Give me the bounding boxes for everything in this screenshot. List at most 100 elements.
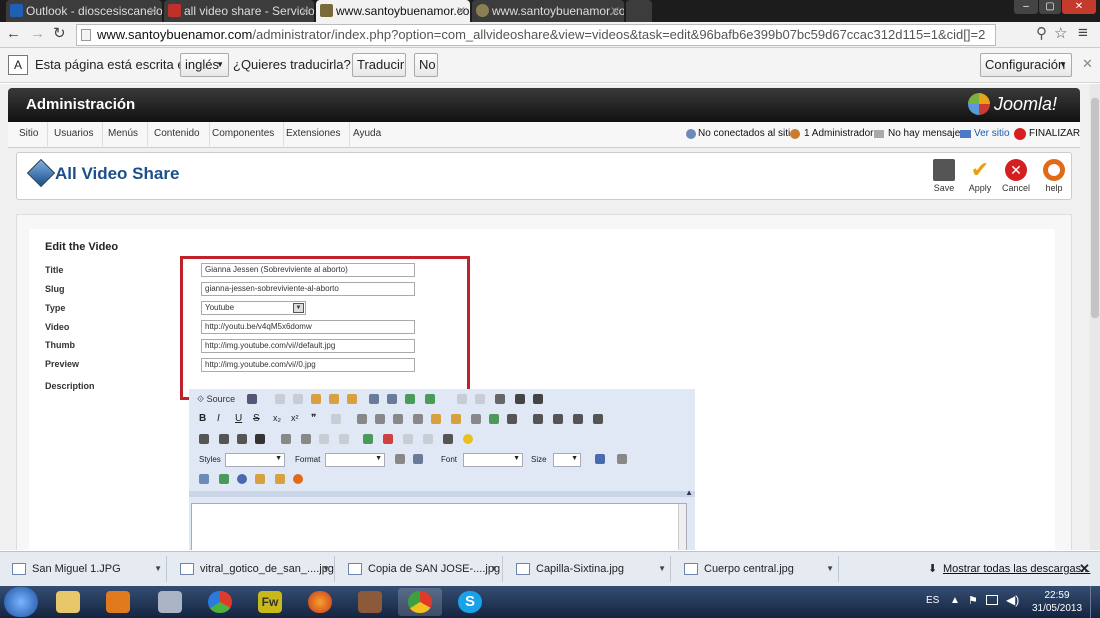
close-icon[interactable]: ✕ (300, 0, 310, 22)
chevron-up-icon[interactable]: ▲ (950, 595, 960, 606)
browser-tab-allvideoshare[interactable]: all video share - Servicios ✕ (164, 0, 314, 22)
editor-scrollbar[interactable] (678, 504, 686, 550)
browser-tab-outlook[interactable]: Outlook - dioscesiscanelo ✕ (6, 0, 162, 22)
language-select[interactable]: inglés ▼ (180, 53, 229, 77)
clock-date[interactable]: 31/05/2013 (1030, 603, 1084, 614)
no-translate-button[interactable]: No (414, 53, 438, 77)
logout-link[interactable]: FINALIZAR (1029, 122, 1080, 146)
flash-icon[interactable] (383, 434, 393, 444)
paste-text-icon[interactable] (329, 394, 339, 404)
replace-icon[interactable] (533, 394, 543, 404)
download-item[interactable]: Copia de SAN JOSE-....jpg ▼ (338, 556, 503, 582)
save-icon[interactable] (247, 394, 257, 404)
eraser-icon[interactable] (495, 394, 505, 404)
download-item[interactable]: Capilla-Sixtina.jpg ▼ (506, 556, 671, 582)
radio-icon[interactable] (393, 414, 403, 424)
link-icon[interactable] (281, 434, 291, 444)
new-tab-button[interactable] (626, 0, 652, 22)
chevron-down-icon[interactable]: ▼ (658, 556, 666, 582)
close-icon[interactable]: ✕ (148, 0, 158, 22)
app-taskbar-button[interactable] (348, 588, 392, 616)
app-taskbar-button[interactable] (148, 588, 192, 616)
menu-item-contenido[interactable]: Contenido (145, 122, 210, 146)
menu-item-extensiones[interactable]: Extensiones (277, 122, 351, 146)
hidden-field-icon[interactable] (507, 414, 517, 424)
font-color-icon[interactable] (395, 454, 405, 464)
source-button[interactable]: ⟐ Source (197, 394, 235, 405)
smiley-icon[interactable] (463, 434, 473, 444)
form-icon[interactable] (357, 414, 367, 424)
bold-icon[interactable]: B (199, 413, 206, 424)
menu-item-usuarios[interactable]: Usuarios (45, 122, 104, 146)
chevron-down-icon[interactable]: ▼ (154, 556, 162, 582)
paste-word-icon[interactable] (347, 394, 357, 404)
format-select[interactable]: ▼ (325, 453, 385, 467)
star-icon[interactable]: ☆ (1054, 24, 1067, 42)
window-close-button[interactable]: ✕ (1062, 0, 1096, 14)
scrollbar-thumb[interactable] (1091, 98, 1099, 318)
maximize-icon[interactable] (199, 474, 209, 484)
plugin-icon[interactable] (293, 474, 303, 484)
show-all-downloads-link[interactable]: Mostrar todas las descargas... (943, 563, 1090, 575)
explorer-taskbar-button[interactable] (46, 588, 90, 616)
download-item[interactable]: Cuerpo central.jpg ▼ (674, 556, 839, 582)
browser-tab-santoybuenamor[interactable]: www.santoybuenamor.co ✕ (472, 0, 624, 22)
media-player-taskbar-button[interactable] (96, 588, 140, 616)
underline-icon[interactable]: U (235, 413, 242, 424)
help-button[interactable]: help (1035, 159, 1073, 193)
type-select[interactable]: Youtube ▼ (201, 301, 306, 315)
page-scrollbar[interactable] (1090, 84, 1100, 550)
font-select[interactable]: ▼ (463, 453, 523, 467)
template-icon[interactable] (255, 474, 265, 484)
reload-icon[interactable]: ↻ (53, 24, 66, 42)
clock-time[interactable]: 22:59 (1034, 590, 1080, 601)
close-icon[interactable]: ✕ (1082, 56, 1093, 72)
select-all-icon[interactable] (369, 394, 379, 404)
preview-input[interactable]: http://img.youtube.com/vi//0.jpg (201, 358, 415, 372)
video-input[interactable]: http://youtu.be/v4qM5x6domw (201, 320, 415, 334)
start-button-icon[interactable] (4, 587, 38, 617)
special-char-icon[interactable] (331, 414, 341, 424)
close-icon[interactable]: ✕ (1079, 561, 1090, 577)
volume-icon[interactable]: ◀) (1006, 593, 1019, 607)
spellcheck-icon[interactable] (405, 394, 415, 404)
table-icon[interactable] (403, 434, 413, 444)
bullet-list-icon[interactable] (553, 414, 563, 424)
menu-item-sitio[interactable]: Sitio (10, 122, 49, 146)
editor-text-area[interactable] (191, 503, 687, 550)
background-color-icon[interactable] (617, 454, 627, 464)
language-indicator[interactable]: ES (926, 595, 939, 606)
menu-icon[interactable]: ≡ (1078, 23, 1088, 43)
search-icon[interactable]: ⚲ (1036, 24, 1047, 42)
view-site-link[interactable]: Ver sitio (974, 122, 1010, 146)
text-color-icon[interactable] (595, 454, 605, 464)
anchor-alt-icon[interactable] (339, 434, 349, 444)
align-right-icon[interactable] (237, 434, 247, 444)
superscript-icon[interactable]: x² (291, 413, 299, 423)
menu-item-ayuda[interactable]: Ayuda (344, 122, 390, 146)
styles-select[interactable]: ▼ (225, 453, 285, 467)
save-button[interactable]: Save (925, 159, 963, 193)
spellcheck-dropdown-icon[interactable] (425, 394, 435, 404)
download-item[interactable]: vitral_gotico_de_san_....jpg ▼ (170, 556, 335, 582)
minimize-button[interactable]: – (1014, 0, 1038, 14)
thumb-input[interactable]: http://img.youtube.com/vi//default.jpg (201, 339, 415, 353)
close-icon[interactable]: ✕ (610, 0, 620, 22)
cancel-button[interactable]: ✕ Cancel (997, 159, 1035, 193)
justify-icon[interactable] (255, 434, 265, 444)
close-icon[interactable]: ✕ (456, 0, 466, 22)
picasa-taskbar-button[interactable] (198, 588, 242, 616)
slug-input[interactable]: gianna-jessen-sobreviviente-al-aborto (201, 282, 415, 296)
find-icon[interactable] (515, 394, 525, 404)
menu-item-componentes[interactable]: Componentes (203, 122, 285, 146)
maximize-button[interactable]: ▢ (1039, 0, 1061, 14)
cut-icon[interactable] (275, 394, 285, 404)
outdent-icon[interactable] (573, 414, 583, 424)
chevron-up-icon[interactable]: ▲ (685, 488, 693, 497)
redo-icon[interactable] (475, 394, 485, 404)
apply-button[interactable]: ✔ Apply (961, 159, 999, 194)
select-icon[interactable] (451, 414, 461, 424)
image-button-icon[interactable] (489, 414, 499, 424)
align-left-icon[interactable] (199, 434, 209, 444)
preview-icon[interactable] (275, 474, 285, 484)
